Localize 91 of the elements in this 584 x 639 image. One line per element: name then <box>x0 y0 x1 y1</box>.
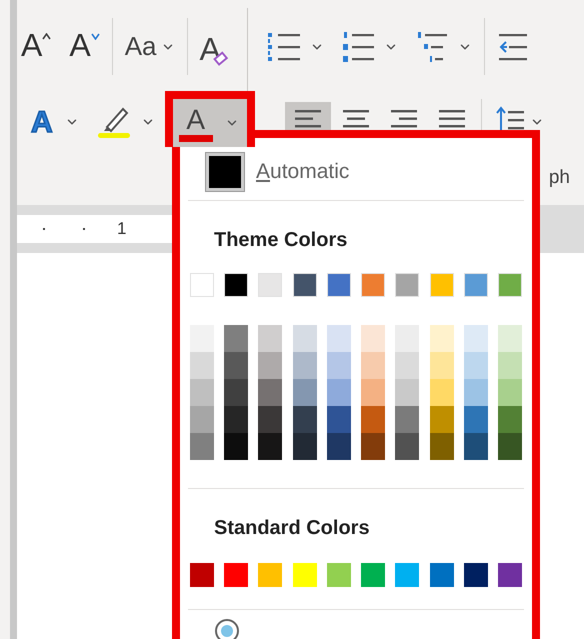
color-swatch[interactable] <box>498 273 522 297</box>
shade-swatch[interactable] <box>326 433 351 460</box>
shade-swatch[interactable] <box>224 325 248 352</box>
shade-swatch[interactable] <box>395 379 420 406</box>
shrink-font-button[interactable]: A <box>65 24 104 68</box>
color-wheel-icon[interactable] <box>214 618 240 639</box>
shade-swatch[interactable] <box>361 352 386 379</box>
ruler-number: 1 <box>117 218 126 240</box>
shade-swatch[interactable] <box>430 433 454 460</box>
color-swatch[interactable] <box>430 563 454 587</box>
font-color-button[interactable]: A <box>172 99 247 147</box>
shade-swatch[interactable] <box>498 433 522 460</box>
color-swatch[interactable] <box>224 273 248 297</box>
text-effects-button[interactable]: A <box>5 99 83 145</box>
shade-swatch[interactable] <box>361 379 386 406</box>
shade-swatch[interactable] <box>395 352 420 379</box>
color-swatch[interactable] <box>326 273 351 297</box>
shade-swatch[interactable] <box>326 379 351 406</box>
shade-swatch[interactable] <box>258 406 282 433</box>
shade-swatch[interactable] <box>224 352 248 379</box>
shade-swatch[interactable] <box>430 406 454 433</box>
shade-swatch[interactable] <box>224 433 248 460</box>
shade-swatch[interactable] <box>498 352 522 379</box>
section-heading: Theme Colors <box>213 228 348 253</box>
highlighter-icon <box>96 105 133 139</box>
shade-swatch[interactable] <box>224 379 248 406</box>
color-swatch[interactable] <box>430 273 454 297</box>
color-swatch[interactable] <box>498 563 522 587</box>
font-color-bar <box>178 134 213 142</box>
color-swatch[interactable] <box>326 563 351 587</box>
shade-swatch[interactable] <box>326 352 351 379</box>
shade-swatch[interactable] <box>498 325 522 352</box>
color-swatch[interactable] <box>395 273 420 297</box>
shade-swatch[interactable] <box>292 406 317 433</box>
shade-swatch[interactable] <box>258 379 282 406</box>
shade-swatch[interactable] <box>224 406 248 433</box>
section-heading: Standard Colors <box>213 516 371 541</box>
shade-swatch[interactable] <box>395 325 420 352</box>
color-swatch[interactable] <box>292 563 317 587</box>
shade-swatch[interactable] <box>190 433 214 460</box>
ruler-tick-icon <box>83 228 85 230</box>
shade-swatch[interactable] <box>430 352 454 379</box>
bullet-list-icon <box>266 30 302 62</box>
shade-swatch[interactable] <box>464 433 488 460</box>
color-swatch[interactable] <box>258 273 282 297</box>
shade-swatch[interactable] <box>190 379 214 406</box>
group-label: ph <box>548 166 570 190</box>
color-swatch[interactable] <box>464 273 488 297</box>
multilevel-list-icon <box>416 30 450 62</box>
shade-swatch[interactable] <box>326 406 351 433</box>
color-swatch[interactable] <box>258 563 282 587</box>
shade-swatch[interactable] <box>258 352 282 379</box>
shade-swatch[interactable] <box>190 352 214 379</box>
automatic-swatch[interactable] <box>206 153 244 191</box>
color-swatch[interactable] <box>190 273 214 297</box>
color-swatch[interactable] <box>292 273 317 297</box>
shade-swatch[interactable] <box>258 433 282 460</box>
numbered-list-icon <box>342 30 376 62</box>
shade-swatch[interactable] <box>190 325 214 352</box>
shade-swatch[interactable] <box>292 433 317 460</box>
shade-swatch[interactable] <box>464 352 488 379</box>
ruler-tick-icon <box>43 228 45 230</box>
shade-swatch[interactable] <box>464 406 488 433</box>
shade-swatch[interactable] <box>498 406 522 433</box>
shade-swatch[interactable] <box>292 379 317 406</box>
automatic-option[interactable]: Automatic <box>256 156 350 188</box>
shade-swatch[interactable] <box>361 325 386 352</box>
shade-swatch[interactable] <box>395 433 420 460</box>
shade-swatch[interactable] <box>361 406 386 433</box>
shade-swatch[interactable] <box>430 379 454 406</box>
shade-swatch[interactable] <box>464 325 488 352</box>
color-swatch[interactable] <box>361 563 386 587</box>
color-swatch[interactable] <box>224 563 248 587</box>
shade-swatch[interactable] <box>292 352 317 379</box>
color-swatch[interactable] <box>464 563 488 587</box>
shade-swatch[interactable] <box>190 406 214 433</box>
shade-swatch[interactable] <box>498 379 522 406</box>
color-swatch[interactable] <box>190 563 214 587</box>
shade-swatch[interactable] <box>258 325 282 352</box>
grow-font-button[interactable]: A <box>17 24 56 68</box>
shade-swatch[interactable] <box>464 379 488 406</box>
change-case-button[interactable]: Aa <box>120 24 178 68</box>
color-swatch[interactable] <box>395 563 420 587</box>
color-swatch[interactable] <box>361 273 386 297</box>
down-chevron-icon <box>90 32 100 40</box>
up-chevron-icon <box>42 32 52 40</box>
shade-swatch[interactable] <box>361 433 386 460</box>
shade-swatch[interactable] <box>430 325 454 352</box>
shade-swatch[interactable] <box>395 406 420 433</box>
shade-swatch[interactable] <box>326 325 351 352</box>
shade-swatch[interactable] <box>292 325 317 352</box>
